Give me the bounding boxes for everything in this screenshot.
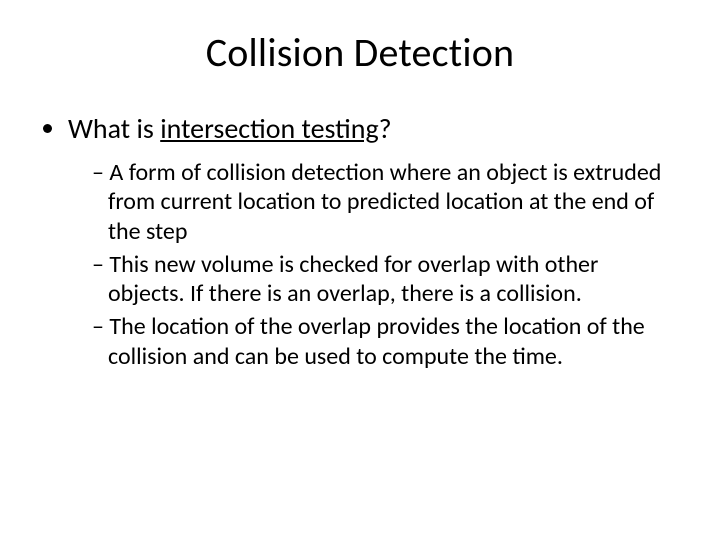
slide-title: Collision Detection	[40, 28, 680, 77]
question-line: What is intersection testing? A form of …	[68, 111, 680, 371]
sub-bullet: A form of collision detection where an o…	[92, 158, 680, 246]
question-prefix: What is	[68, 111, 160, 146]
slide: Collision Detection What is intersection…	[0, 0, 720, 540]
question-suffix: ?	[379, 111, 392, 146]
bullet-list-level2: A form of collision detection where an o…	[68, 158, 680, 371]
sub-bullet: This new volume is checked for overlap w…	[92, 250, 680, 309]
sub-bullet: The location of the overlap provides the…	[92, 312, 680, 371]
bullet-list-level1: What is intersection testing? A form of …	[40, 111, 680, 371]
question-term: intersection testing	[160, 111, 378, 146]
